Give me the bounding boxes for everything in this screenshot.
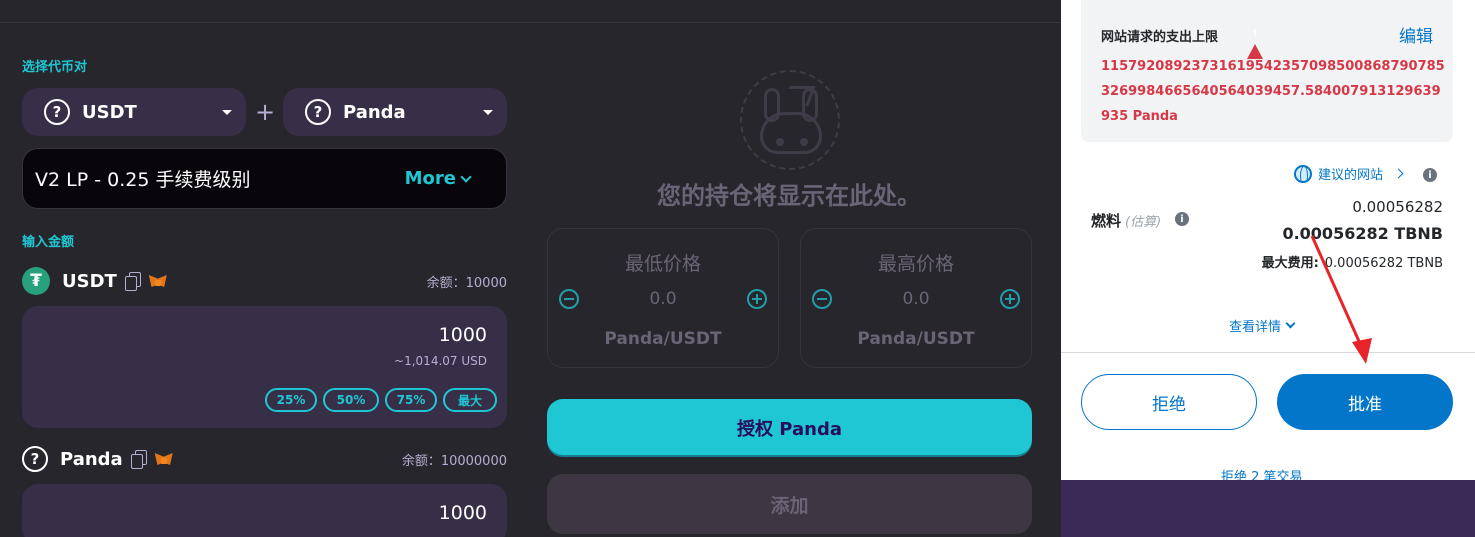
caret-down-icon: [483, 109, 493, 115]
suggested-site-link[interactable]: 建议的网站: [1294, 164, 1404, 183]
gas-estimate-tag: (估算): [1125, 215, 1162, 230]
globe-icon: [1294, 164, 1312, 183]
red-arrow-annotation: [1310, 235, 1372, 364]
token-b-symbol: Panda: [60, 448, 123, 470]
question-icon: ?: [305, 99, 331, 125]
spend-limit-value: 1157920892373161954235709850086879078532…: [1101, 59, 1445, 124]
plus-icon[interactable]: [1000, 289, 1020, 309]
chevron-right-icon: [1393, 168, 1404, 179]
min-price-unit: Panda/USDT: [604, 329, 722, 349]
pct-75-button[interactable]: 75%: [385, 388, 437, 412]
max-price-box: 最高价格 0.0 Panda/USDT: [800, 228, 1032, 368]
spend-limit-title: 网站请求的支出上限: [1101, 30, 1219, 45]
info-icon[interactable]: i: [1423, 168, 1437, 182]
view-details-link[interactable]: 查看详情: [1229, 316, 1296, 335]
token-a-balance: 余额：10000: [426, 275, 507, 291]
add-button[interactable]: 添加: [547, 474, 1032, 534]
max-button[interactable]: 最大: [443, 388, 497, 412]
input-amount-label: 输入金额: [22, 235, 75, 250]
warning-icon: !: [1247, 25, 1263, 59]
copy-icon[interactable]: [124, 272, 141, 291]
gas-label: 燃料 (估算): [1091, 210, 1161, 231]
gas-fiat-value: 0.00056282: [1352, 198, 1443, 216]
chevron-down-icon: [460, 170, 472, 183]
question-icon: ?: [22, 446, 48, 472]
pct-50-button[interactable]: 50%: [323, 388, 379, 412]
pct-25-button[interactable]: 25%: [265, 388, 317, 412]
gas-label-text: 燃料: [1091, 212, 1122, 230]
min-price-value[interactable]: 0.0: [548, 289, 778, 309]
footer-divider: [1061, 352, 1475, 353]
metamask-fox-icon[interactable]: [154, 451, 173, 467]
min-price-title: 最低价格: [624, 253, 701, 275]
max-price-unit: Panda/USDT: [857, 329, 975, 349]
max-price-title: 最高价格: [877, 253, 954, 275]
fee-tier-selector[interactable]: V2 LP - 0.25 手续费级别 More: [22, 148, 507, 209]
token-a-usd-value: ~1,014.07 USD: [394, 354, 487, 368]
spend-limit-box: 网站请求的支出上限 ! 编辑 1157920892373161954235709…: [1081, 0, 1453, 142]
metamask-fox-icon[interactable]: [148, 273, 167, 289]
view-details-label: 查看详情: [1229, 320, 1282, 335]
reject-n-transactions-link[interactable]: 拒绝 2 笔交易: [1221, 466, 1303, 480]
suggested-site-label: 建议的网站: [1318, 168, 1384, 183]
reject-button[interactable]: 拒绝: [1081, 374, 1257, 430]
panda-logo-icon: [740, 70, 840, 170]
token-a-symbol: USDT: [62, 270, 117, 292]
token-b-select[interactable]: ? Panda: [283, 88, 507, 136]
positions-placeholder: 您的持仓将显示在此处。: [657, 182, 921, 210]
confirm-button[interactable]: 批准: [1277, 374, 1453, 430]
background-strip: [1061, 480, 1475, 537]
token-b-amount-input[interactable]: 1000: [22, 484, 507, 537]
token-b-name: Panda: [343, 101, 406, 123]
fee-tier-text: V2 LP - 0.25 手续费级别: [35, 169, 251, 191]
min-price-box: 最低价格 0.0 Panda/USDT: [547, 228, 779, 368]
token-b-row: ? Panda 余额：10000000: [22, 444, 507, 474]
approve-panda-button[interactable]: 授权 Panda: [547, 399, 1032, 457]
token-a-amount-input[interactable]: 1000 ~1,014.07 USD 25% 50% 75% 最大: [22, 306, 507, 428]
token-a-amount[interactable]: 1000: [439, 324, 487, 346]
percent-buttons: 25% 50% 75% 最大: [265, 388, 497, 412]
chevron-down-icon: [1285, 318, 1296, 329]
edit-link[interactable]: 编辑: [1399, 22, 1433, 47]
more-button[interactable]: More: [404, 168, 472, 189]
wallet-popup: 网站请求的支出上限 ! 编辑 1157920892373161954235709…: [1061, 0, 1475, 480]
token-a-select[interactable]: ? USDT: [22, 88, 246, 136]
token-a-name: USDT: [82, 101, 137, 123]
caret-down-icon: [222, 109, 232, 115]
token-a-row: ₮ USDT 余额：10000: [22, 266, 507, 296]
copy-icon[interactable]: [130, 450, 147, 469]
dapp-panel: 选择代币对 ? USDT + ? Panda V2 LP - 0.25 手续费级…: [0, 0, 1061, 537]
max-price-value[interactable]: 0.0: [801, 289, 1031, 309]
question-icon: ?: [44, 99, 70, 125]
plus-sign: +: [255, 98, 276, 126]
plus-icon[interactable]: [747, 289, 767, 309]
top-divider: [0, 22, 1061, 23]
token-b-amount[interactable]: 1000: [439, 502, 487, 524]
more-label: More: [404, 168, 456, 189]
info-icon[interactable]: i: [1175, 212, 1189, 226]
select-pair-label: 选择代币对: [22, 60, 88, 75]
token-b-balance: 余额：10000000: [401, 453, 507, 469]
usdt-logo-icon: ₮: [22, 267, 50, 295]
